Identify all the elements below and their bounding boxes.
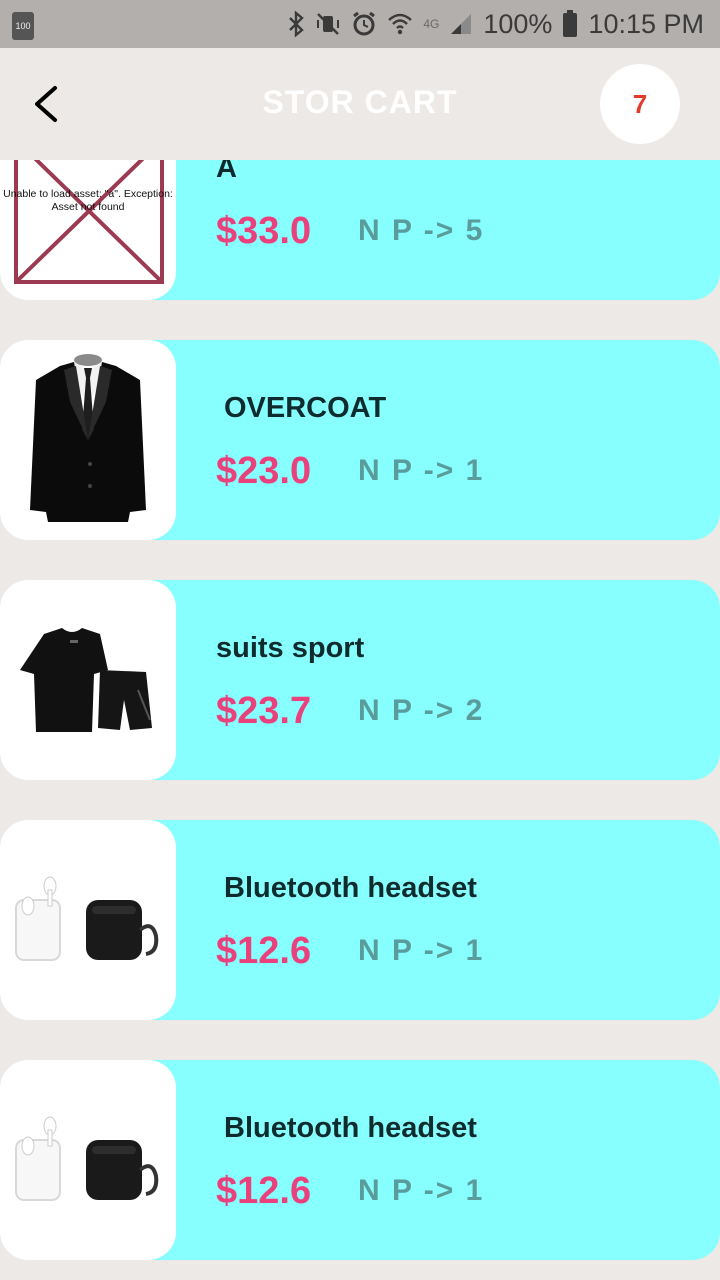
- cart-count-badge[interactable]: 7: [600, 64, 680, 144]
- product-price: $23.0: [216, 450, 312, 492]
- app-bar: STOR CART 7: [0, 48, 720, 160]
- battery-percent: 100%: [483, 8, 553, 39]
- network-4g-icon: 4G: [423, 17, 440, 31]
- product-price: $12.6: [216, 1170, 312, 1212]
- earbuds-case-image: [0, 1060, 176, 1260]
- vibrate-mute-icon: [315, 11, 341, 37]
- wifi-icon: [387, 12, 413, 36]
- bluetooth-icon: [287, 11, 305, 37]
- product-name: OVERCOAT: [224, 392, 387, 424]
- cart-list: Unable to load asset: "a". Exception: As…: [0, 0, 720, 1280]
- status-bar: 100 4G 100% 10:15 PM: [0, 0, 720, 48]
- battery-icon: [562, 10, 578, 38]
- product-quantity: N P -> 1: [358, 934, 485, 967]
- suit-jacket-image: [0, 340, 176, 540]
- product-price: $33.0: [216, 210, 312, 252]
- battery-saver-icon: 100: [12, 12, 34, 40]
- product-quantity: N P -> 2: [358, 694, 485, 727]
- cart-item[interactable]: Bluetooth headset $12.6 N P -> 1: [0, 820, 720, 1020]
- earbuds-case-image: [0, 820, 176, 1020]
- cart-item[interactable]: Bluetooth headset $12.6 N P -> 1: [0, 1060, 720, 1260]
- product-price: $12.6: [216, 930, 312, 972]
- product-price: $23.7: [216, 690, 312, 732]
- cart-item[interactable]: suits sport $23.7 N P -> 2: [0, 580, 720, 780]
- asset-error-text: Unable to load asset: "a". Exception: As…: [3, 188, 173, 213]
- product-quantity: N P -> 1: [358, 454, 485, 487]
- product-name: Bluetooth headset: [224, 872, 477, 904]
- product-name: suits sport: [216, 632, 365, 664]
- clock: 10:15 PM: [588, 8, 704, 39]
- product-quantity: N P -> 1: [358, 1174, 485, 1207]
- cart-item[interactable]: OVERCOAT $23.0 N P -> 1: [0, 340, 720, 540]
- product-quantity: N P -> 5: [358, 214, 485, 247]
- alarm-icon: [351, 11, 377, 37]
- signal-icon: [449, 12, 473, 36]
- sport-suit-image: [0, 580, 176, 780]
- product-name: Bluetooth headset: [224, 1112, 477, 1144]
